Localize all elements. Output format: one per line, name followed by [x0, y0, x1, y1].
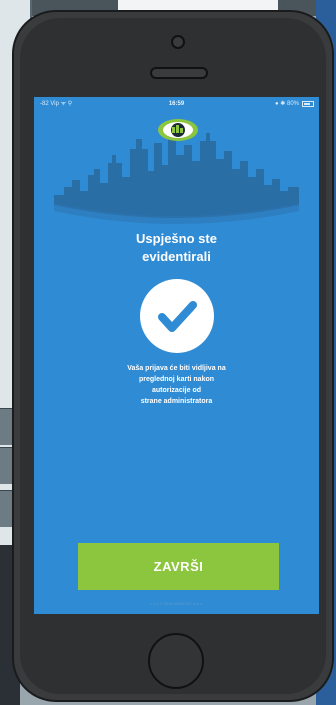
- confirmation-message: Vaša prijava će biti vidljiva na pregled…: [84, 363, 269, 407]
- status-bar: -82 Vip ᯤ ⚲ 16:59 ● ✱ 80%: [34, 97, 319, 111]
- success-badge: [140, 279, 214, 353]
- message-line: Vaša prijava će biti vidljiva na: [127, 365, 226, 372]
- finish-button[interactable]: ZAVRŠI: [78, 543, 279, 590]
- message-line: preglednoj karti nakon: [138, 376, 215, 383]
- battery-icon: [302, 101, 314, 107]
- title-line: Uspješno ste: [136, 231, 217, 246]
- eye-logo-icon: [158, 119, 198, 141]
- message-line: strane administratora: [140, 398, 213, 405]
- camera-icon: [171, 35, 185, 49]
- title-line: evidentirali: [142, 249, 211, 264]
- success-title: Uspješno ste evidentirali: [34, 230, 319, 266]
- speaker-icon: [150, 67, 208, 79]
- message-line: autorizacije od: [151, 387, 201, 394]
- check-icon: [158, 301, 197, 332]
- status-indicators: ● ✱ 80%: [275, 101, 299, 107]
- home-button[interactable]: [148, 633, 204, 689]
- version-footer: v 1.2 © 2016 MANUNIT d.o.o.: [149, 601, 204, 606]
- app-screen: -82 Vip ᯤ ⚲ 16:59 ● ✱ 80% Uspješno ste e…: [34, 97, 319, 614]
